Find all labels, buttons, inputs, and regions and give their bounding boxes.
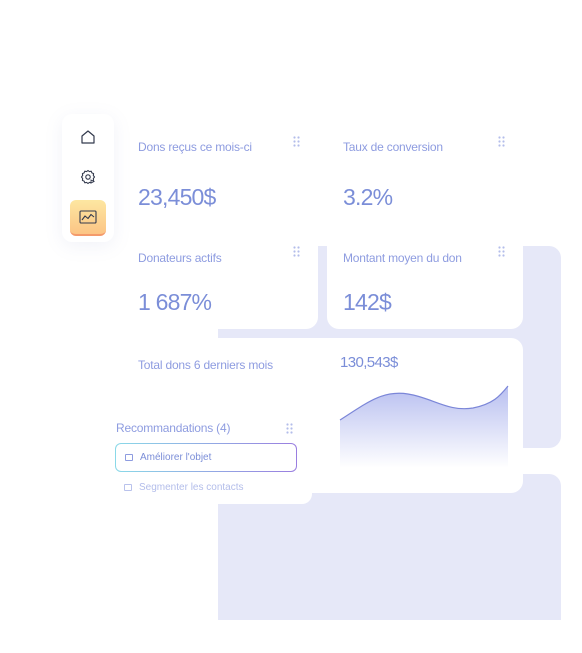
trend-label: Total dons 6 derniers mois: [138, 358, 273, 372]
gear-icon: [80, 169, 96, 185]
recommendation-label: Segmenter les contacts: [139, 482, 244, 493]
recommendation-item[interactable]: Améliorer l'objet: [115, 443, 297, 472]
stat-card-average-donation[interactable]: Montant moyen du don 142$: [327, 231, 523, 329]
chart-icon: [79, 210, 97, 224]
stat-label: Montant moyen du don: [343, 251, 462, 265]
stat-label: Dons reçus ce mois-ci: [138, 140, 252, 154]
sidebar-item-settings[interactable]: [70, 159, 106, 195]
recommendations-title: Recommandations (4): [116, 421, 231, 435]
stat-value: 23,450$: [138, 184, 216, 210]
stat-label: Donateurs actifs: [138, 251, 222, 265]
stat-value: 3.2%: [343, 184, 393, 210]
recommendation-label: Améliorer l'objet: [140, 452, 212, 463]
stat-value: 142$: [343, 289, 392, 315]
sidebar-item-analytics[interactable]: [70, 200, 106, 236]
checkbox[interactable]: [124, 484, 132, 491]
home-icon: [81, 130, 95, 144]
drag-handle-icon[interactable]: [498, 246, 505, 257]
sidebar: [62, 114, 114, 242]
stat-card-donations[interactable]: Dons reçus ce mois-ci 23,450$: [118, 120, 318, 230]
checkbox[interactable]: [125, 454, 133, 461]
drag-handle-icon[interactable]: [286, 423, 293, 434]
stat-label: Taux de conversion: [343, 140, 443, 154]
drag-handle-icon[interactable]: [498, 136, 505, 147]
trend-sparkline: [339, 385, 509, 468]
trend-value: 130,543$: [340, 354, 398, 371]
recommendation-item[interactable]: Segmenter les contacts: [115, 474, 295, 501]
drag-handle-icon[interactable]: [293, 246, 300, 257]
drag-handle-icon[interactable]: [293, 136, 300, 147]
stat-value: 1 687%: [138, 289, 212, 315]
stat-card-active-donors[interactable]: Donateurs actifs 1 687%: [118, 231, 318, 329]
sidebar-item-home[interactable]: [70, 119, 106, 155]
stat-card-conversion[interactable]: Taux de conversion 3.2%: [323, 120, 523, 230]
recommendations-panel: Recommandations (4) Améliorer l'objet Se…: [108, 406, 312, 504]
